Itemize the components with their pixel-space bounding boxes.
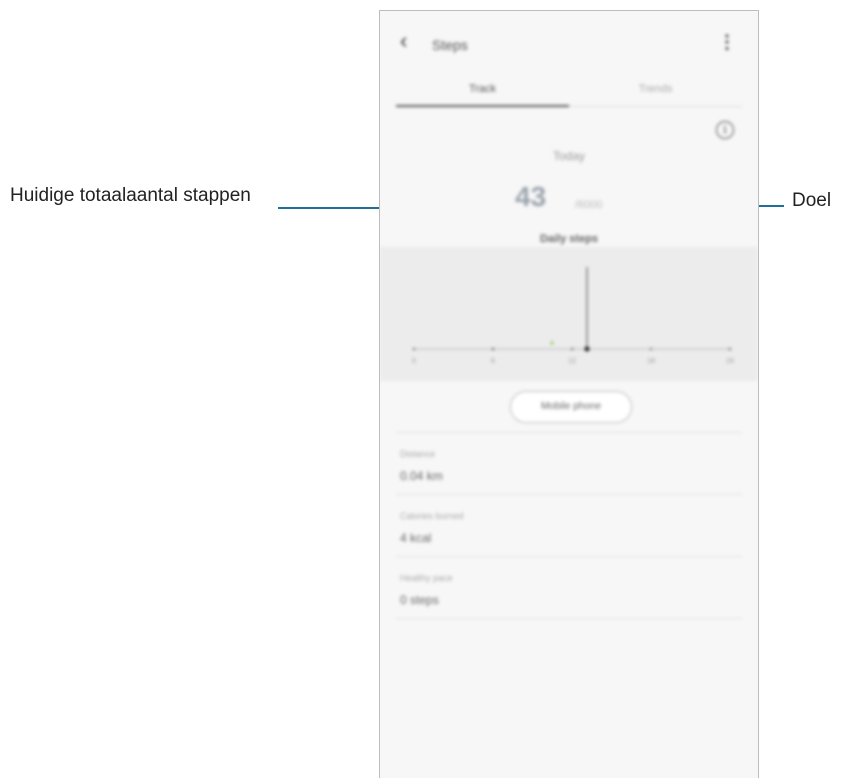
device-select-button[interactable]: Mobile phone bbox=[510, 391, 632, 423]
chart-tick-label: 6 bbox=[491, 358, 495, 365]
calories-value: 4 kcal bbox=[400, 531, 432, 545]
phone-screen: ‹ Steps ⋮ Track Trends i Today 43 /6000 … bbox=[379, 10, 759, 778]
chart-tick-dot bbox=[649, 347, 653, 351]
distance-label: Distance bbox=[400, 449, 436, 459]
chart-current-dot bbox=[584, 346, 590, 352]
healthy-pace-label: Healthy pace bbox=[400, 573, 453, 583]
goal-value[interactable]: /6000 bbox=[575, 199, 603, 211]
calories-label: Calories burned bbox=[400, 511, 464, 521]
goal-callout: Doel bbox=[792, 190, 832, 211]
chart-tick-label: 24 bbox=[726, 358, 734, 365]
chart-steps-point bbox=[550, 341, 554, 345]
app-bar: ‹ Steps ⋮ bbox=[380, 11, 758, 71]
daily-steps-label: Daily steps bbox=[539, 233, 599, 245]
page-title: Steps bbox=[432, 37, 468, 53]
chart-tick-dot bbox=[728, 347, 732, 351]
chart-tick-label: 12 bbox=[568, 358, 576, 365]
tab-trends[interactable]: Trends bbox=[569, 83, 742, 95]
today-label: Today bbox=[552, 149, 586, 163]
chevron-left-icon[interactable]: ‹ bbox=[400, 30, 407, 52]
chart-tick-label: 18 bbox=[647, 358, 655, 365]
divider bbox=[396, 618, 742, 619]
tab-bar: Track Trends bbox=[396, 79, 742, 107]
current-steps-value: 43 bbox=[515, 181, 547, 212]
divider bbox=[396, 494, 742, 495]
divider bbox=[396, 432, 742, 433]
divider bbox=[396, 556, 742, 557]
daily-steps-chart: 0 6 12 18 24 bbox=[412, 267, 734, 365]
tab-track[interactable]: Track bbox=[396, 83, 569, 95]
chart-tick-dot bbox=[412, 347, 416, 351]
chart-tick-dot bbox=[570, 347, 574, 351]
distance-value: 0.04 km bbox=[400, 469, 443, 483]
healthy-pace-value: 0 steps bbox=[400, 593, 439, 607]
chart-tick-dot bbox=[491, 347, 495, 351]
current-steps-callout: Huidige totaalaantal stappen bbox=[10, 185, 251, 206]
chart-tick-label: 0 bbox=[412, 358, 416, 365]
more-vertical-icon[interactable]: ⋮ bbox=[718, 33, 736, 51]
info-icon[interactable]: i bbox=[716, 121, 734, 139]
tab-indicator bbox=[396, 105, 569, 107]
